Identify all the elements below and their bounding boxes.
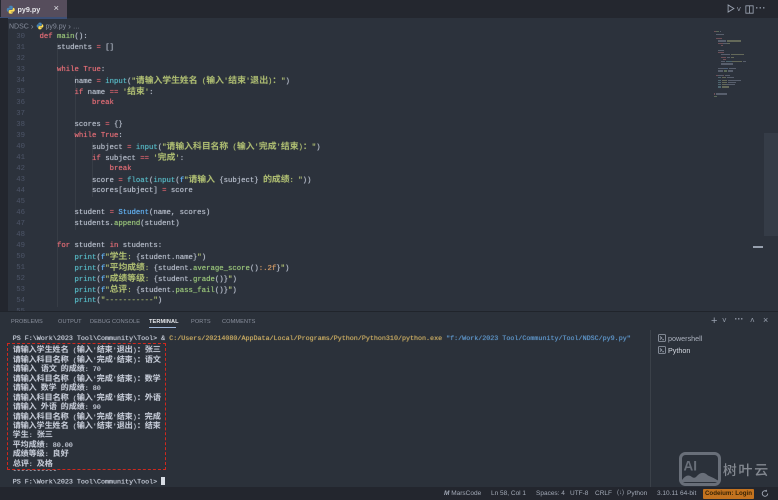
- svg-text:AI: AI: [684, 459, 698, 474]
